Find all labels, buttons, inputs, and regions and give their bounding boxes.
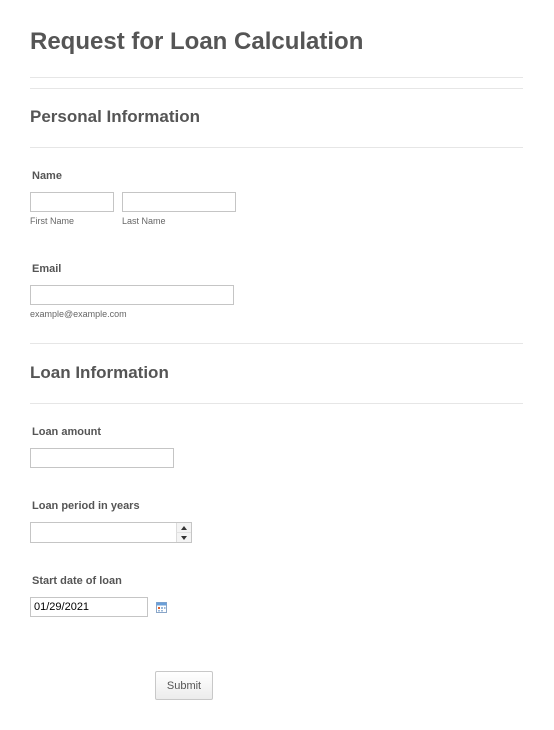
arrow-down-icon[interactable] xyxy=(176,532,191,542)
first-name-input[interactable] xyxy=(30,192,114,212)
loan-information-heading: Loan Information xyxy=(30,363,169,382)
section-divider xyxy=(30,403,523,404)
section-divider xyxy=(30,343,523,344)
loan-amount-input[interactable] xyxy=(30,448,174,468)
personal-information-heading: Personal Information xyxy=(30,107,201,126)
arrow-up-icon[interactable] xyxy=(176,523,191,532)
section-divider xyxy=(30,147,523,148)
loan-amount-label: Loan amount xyxy=(32,426,102,438)
start-date-label: Start date of loan xyxy=(32,575,122,587)
calendar-icon[interactable] xyxy=(156,602,167,613)
email-sublabel: example@example.com xyxy=(30,309,127,319)
title-divider xyxy=(30,77,523,78)
form-title: Request for Loan Calculation xyxy=(30,28,364,55)
loan-period-label: Loan period in years xyxy=(32,500,140,512)
section-divider xyxy=(30,88,523,89)
last-name-input[interactable] xyxy=(122,192,236,212)
loan-period-input[interactable] xyxy=(31,523,177,542)
email-input[interactable] xyxy=(30,285,234,305)
last-name-sublabel: Last Name xyxy=(122,216,166,226)
email-label: Email xyxy=(32,263,62,275)
start-date-input[interactable] xyxy=(30,597,148,617)
submit-button[interactable]: Submit xyxy=(155,671,213,700)
name-label: Name xyxy=(32,170,62,182)
loan-period-spinner xyxy=(30,522,192,543)
first-name-sublabel: First Name xyxy=(30,216,75,226)
